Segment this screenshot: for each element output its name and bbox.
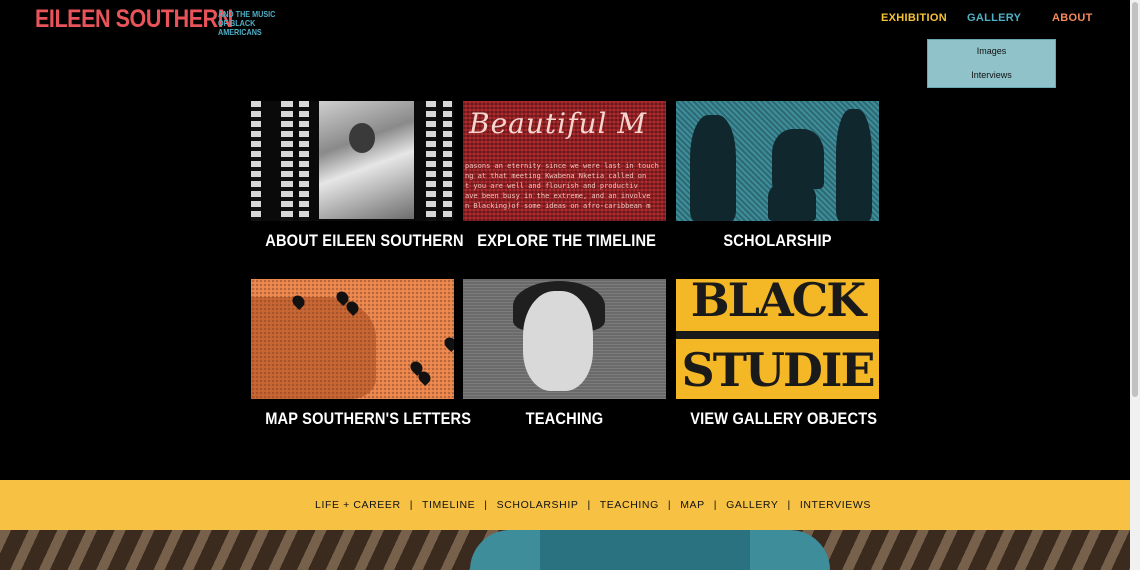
tile-explore-timeline[interactable]: Beautiful M pasons an eternity since we … — [463, 101, 666, 251]
tile-map-letters[interactable]: MAP SOUTHERN'S LETTERS — [251, 279, 471, 429]
footer-links: LIFE + CAREER | TIMELINE | SCHOLARSHIP |… — [315, 499, 871, 511]
tile-label[interactable]: TEACHING — [477, 409, 652, 429]
hero-photo-strip — [0, 530, 1130, 570]
footer-link-map[interactable]: MAP — [680, 499, 705, 511]
map-tile-image[interactable] — [251, 279, 454, 399]
footer-link-interviews[interactable]: INTERVIEWS — [800, 499, 871, 511]
footer-link-timeline[interactable]: TIMELINE — [422, 499, 475, 511]
about-tile-image[interactable] — [251, 101, 454, 221]
gallery-tile-image[interactable]: BLACK STUDIE — [676, 279, 879, 399]
nav-exhibition[interactable]: EXHIBITION — [881, 12, 947, 24]
page-scrollbar[interactable] — [1130, 0, 1140, 570]
footer-link-scholarship[interactable]: SCHOLARSHIP — [497, 499, 579, 511]
main-nav: EXHIBITION GALLERY ABOUT — [0, 12, 1140, 28]
teaching-tile-image[interactable] — [463, 279, 666, 399]
dropdown-item-interviews[interactable]: Interviews — [928, 64, 1055, 88]
timeline-tile-image[interactable]: Beautiful M pasons an eternity since we … — [463, 101, 666, 221]
tile-teaching[interactable]: TEACHING — [463, 279, 666, 429]
footer-link-gallery[interactable]: GALLERY — [726, 499, 778, 511]
footer-link-teaching[interactable]: TEACHING — [600, 499, 659, 511]
nav-about[interactable]: ABOUT — [1052, 12, 1093, 24]
footer-separator: | — [787, 499, 791, 511]
scrollbar-thumb[interactable] — [1132, 2, 1138, 397]
footer-separator: | — [587, 499, 591, 511]
gallery-dropdown-menu: Images Interviews — [927, 39, 1056, 88]
tile-label[interactable]: MAP SOUTHERN'S LETTERS — [265, 409, 471, 429]
footer-link-life-career[interactable]: LIFE + CAREER — [315, 499, 401, 511]
scholarship-tile-image[interactable] — [676, 101, 879, 221]
tile-view-gallery-objects[interactable]: BLACK STUDIE VIEW GALLERY OBJECTS — [676, 279, 879, 429]
tile-label[interactable]: EXPLORE THE TIMELINE — [477, 231, 656, 251]
footer-separator: | — [667, 499, 672, 511]
tile-about-eileen-southern[interactable]: ABOUT EILEEN SOUTHERN — [251, 101, 464, 251]
tile-scholarship[interactable]: SCHOLARSHIP — [676, 101, 879, 251]
tile-label[interactable]: SCHOLARSHIP — [690, 231, 865, 251]
footer-separator: | — [713, 499, 718, 511]
dropdown-item-images[interactable]: Images — [928, 40, 1055, 64]
letter-script-text: Beautiful M — [469, 107, 648, 140]
footer-separator: | — [409, 499, 414, 511]
nav-gallery[interactable]: GALLERY — [967, 12, 1021, 24]
tile-label[interactable]: ABOUT EILEEN SOUTHERN — [265, 231, 463, 251]
letter-typed-text: pasons an eternity since we were last in… — [465, 162, 659, 210]
footer-nav-bar: LIFE + CAREER | TIMELINE | SCHOLARSHIP |… — [0, 480, 1130, 530]
footer-separator: | — [484, 499, 488, 511]
tile-label[interactable]: VIEW GALLERY OBJECTS — [690, 409, 877, 429]
map-pin-icon — [442, 335, 454, 352]
